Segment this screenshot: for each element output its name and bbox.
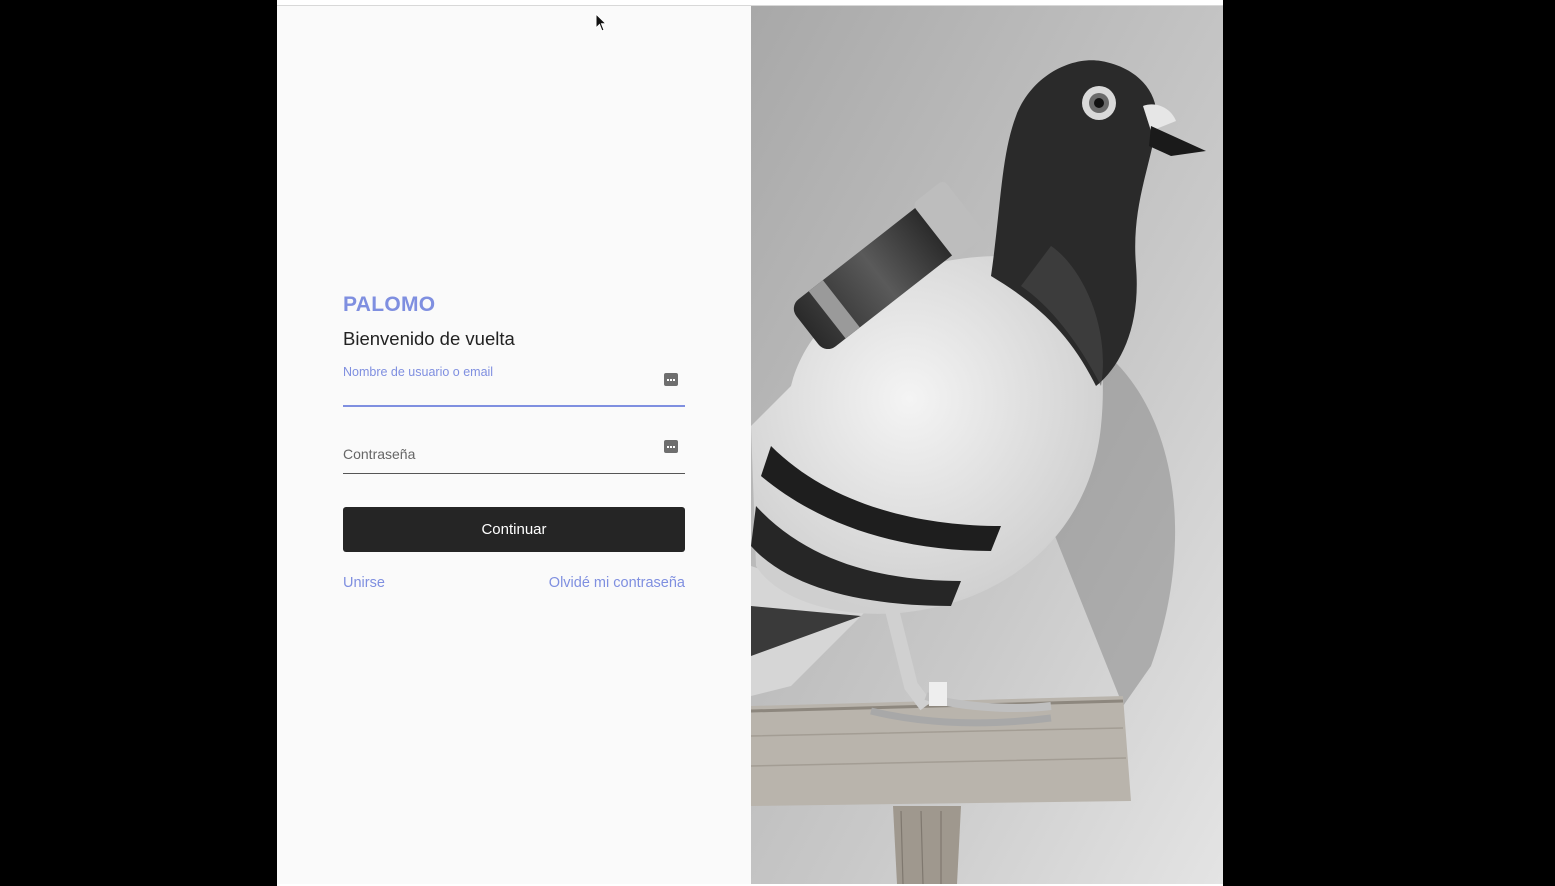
password-underline — [343, 473, 685, 474]
username-underline — [343, 404, 685, 407]
password-field[interactable]: Contraseña — [343, 428, 685, 474]
password-manager-key-icon[interactable] — [664, 373, 678, 386]
page-title: Bienvenido de vuelta — [343, 328, 515, 349]
username-field[interactable]: Nombre de usuario o email — [343, 361, 685, 407]
join-link[interactable]: Unirse — [343, 575, 385, 591]
auth-links: Unirse Olvidé mi contraseña — [343, 575, 685, 591]
brand-logo-text: PALOMO — [343, 293, 436, 316]
password-input[interactable] — [343, 428, 653, 470]
login-form: PALOMO Bienvenido de vuelta Nombre de us… — [343, 290, 685, 591]
pigeon-photo — [751, 6, 1223, 884]
mouse-cursor-icon — [595, 13, 608, 32]
login-panel: PALOMO Bienvenido de vuelta Nombre de us… — [277, 6, 751, 884]
forgot-password-link[interactable]: Olvidé mi contraseña — [549, 575, 685, 591]
password-manager-key-icon[interactable] — [664, 440, 678, 453]
browser-viewport: PALOMO Bienvenido de vuelta Nombre de us… — [0, 0, 1555, 886]
hero-image — [751, 6, 1223, 884]
continue-button[interactable]: Continuar — [343, 507, 685, 552]
username-input[interactable] — [343, 361, 653, 403]
